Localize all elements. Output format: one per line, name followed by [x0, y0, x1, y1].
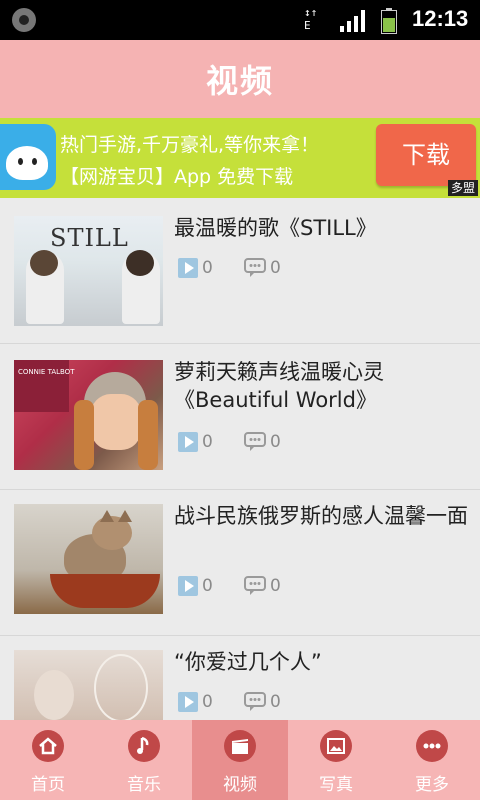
video-title[interactable]: 萝莉天籁声线温暖心灵《Beautiful World》 [174, 358, 470, 414]
ad-banner[interactable]: 热门手游,千万豪礼,等你来拿！ 【网游宝贝】App 免费下载 下载 多盟 [0, 118, 480, 198]
thumbnail-caption: CONNIE TALBOT [18, 368, 75, 376]
ad-provider-tag: 多盟 [447, 180, 478, 196]
ad-subline[interactable]: 【网游宝贝】App 免费下载 [60, 162, 293, 189]
play-count: 0 [178, 432, 238, 454]
clock: 12:13 [412, 6, 469, 31]
music-note-icon [128, 730, 160, 762]
ad-headline[interactable]: 热门手游,千万豪礼,等你来拿！ [60, 130, 319, 157]
play-icon [178, 692, 198, 712]
image-icon [320, 730, 352, 762]
video-item[interactable]: “你爱过几个人” 0 0 [0, 636, 480, 720]
battery-icon [381, 8, 397, 34]
ad-app-logo[interactable] [0, 124, 56, 190]
tab-more[interactable]: 更多 [384, 720, 480, 800]
video-list[interactable]: STILL 最温暖的歌《STILL》 0 0 CONNIE TALBOT 萝莉天… [0, 198, 480, 720]
page-title: 视频 [205, 62, 274, 100]
play-icon [178, 576, 198, 596]
video-title[interactable]: 战斗民族俄罗斯的感人温馨一面 [174, 502, 470, 530]
play-icon [178, 432, 198, 452]
signal-icon [340, 10, 365, 32]
play-count: 0 [178, 692, 238, 714]
comment-icon [244, 432, 266, 451]
tab-music[interactable]: 音乐 [96, 720, 192, 800]
video-item[interactable]: STILL 最温暖的歌《STILL》 0 0 [0, 198, 480, 344]
status-bar: ↕↑ E 12:13 [0, 0, 480, 40]
home-icon [32, 730, 64, 762]
clapperboard-icon [224, 730, 256, 762]
video-thumbnail[interactable]: STILL [14, 216, 163, 326]
video-thumbnail[interactable]: CONNIE TALBOT [14, 360, 163, 470]
video-thumbnail[interactable] [14, 504, 163, 614]
network-type-icon: ↕↑ E [304, 6, 318, 32]
video-item[interactable]: CONNIE TALBOT 萝莉天籁声线温暖心灵《Beautiful World… [0, 344, 480, 490]
comment-count: 0 [244, 258, 304, 280]
play-count: 0 [178, 576, 238, 598]
play-icon [178, 258, 198, 278]
more-dots-icon [416, 730, 448, 762]
bottom-tab-bar: 首页 音乐 视频 写真 更多 [0, 720, 480, 800]
video-item[interactable]: 战斗民族俄罗斯的感人温馨一面 0 0 [0, 490, 480, 636]
comment-count: 0 [244, 692, 304, 714]
tab-home[interactable]: 首页 [0, 720, 96, 800]
play-count: 0 [178, 258, 238, 280]
thumbnail-caption: STILL [50, 224, 129, 252]
video-title[interactable]: “你爱过几个人” [174, 648, 470, 676]
ad-download-button[interactable]: 下载 [376, 124, 476, 186]
comment-icon [244, 576, 266, 595]
comment-count: 0 [244, 432, 304, 454]
tab-photos[interactable]: 写真 [288, 720, 384, 800]
comment-count: 0 [244, 576, 304, 598]
comment-icon [244, 692, 266, 711]
notification-icon [12, 8, 36, 32]
tab-video[interactable]: 视频 [192, 720, 288, 800]
header: 视频 [0, 40, 480, 118]
video-title[interactable]: 最温暖的歌《STILL》 [174, 214, 470, 242]
comment-icon [244, 258, 266, 277]
video-thumbnail[interactable] [14, 650, 163, 720]
